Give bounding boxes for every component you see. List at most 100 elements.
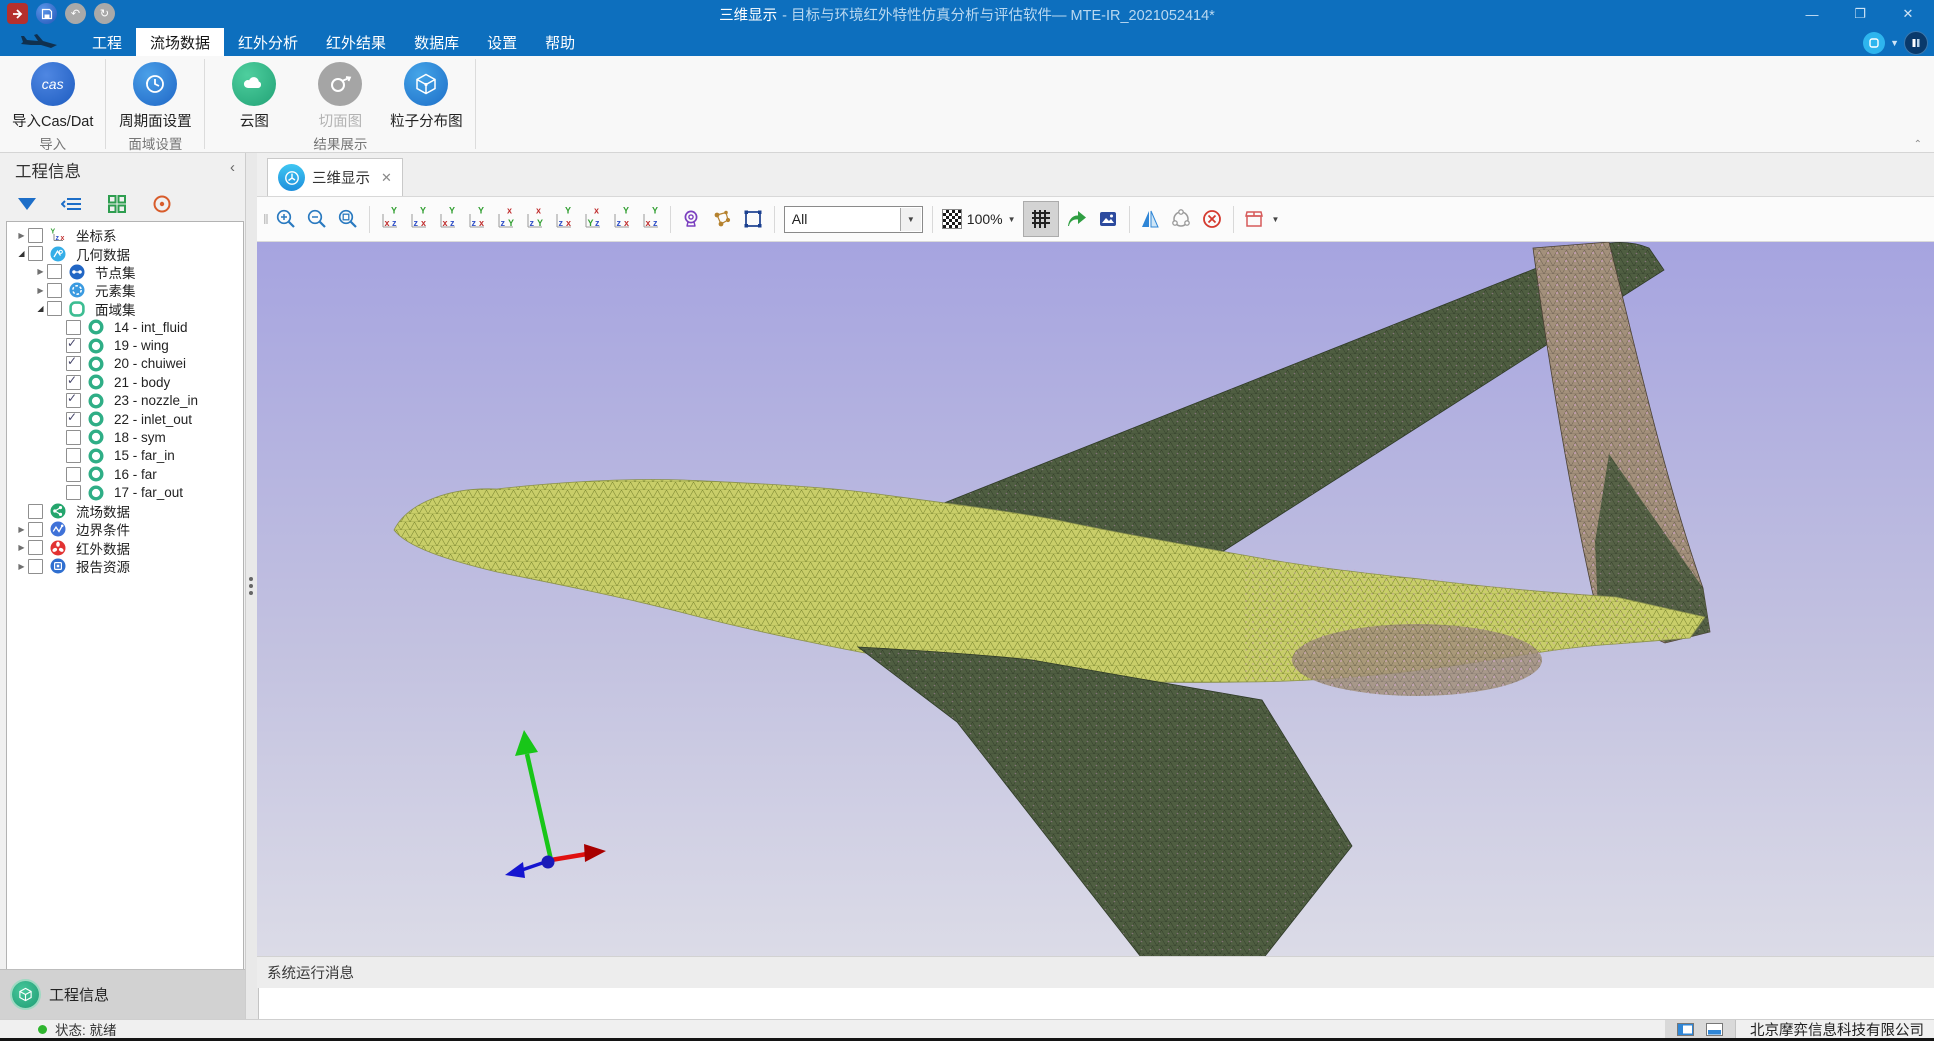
locate-target-icon[interactable] — [151, 194, 173, 214]
zoom-in-icon[interactable] — [271, 204, 302, 235]
tree-expander-icon[interactable]: ▶ — [15, 231, 28, 240]
tab-close-icon[interactable]: ✕ — [381, 170, 392, 186]
tree-checkbox[interactable] — [28, 246, 43, 261]
splitter-grip[interactable] — [249, 577, 253, 581]
tree-checkbox[interactable] — [28, 540, 43, 555]
smooth-icon[interactable] — [1166, 204, 1197, 235]
zoom-level-caret-icon[interactable]: ▼ — [1008, 215, 1016, 224]
tree-checkbox[interactable] — [66, 356, 81, 371]
tree-expander-icon[interactable]: ▶ — [34, 286, 47, 295]
tree-item-22-inlet_out[interactable]: 22 - inlet_out — [7, 410, 243, 428]
camera-icon[interactable] — [676, 204, 707, 235]
view-orientation-icon-3[interactable]: x z Y — [433, 204, 462, 234]
ribbon-button-particle-cube[interactable]: 粒子分布图 — [385, 62, 467, 131]
tree-checkbox[interactable] — [66, 375, 81, 390]
grid-toggle-button[interactable] — [1023, 201, 1059, 237]
tree-item-[interactable]: ▶红外数据 — [7, 539, 243, 557]
particle-trace-icon[interactable] — [707, 204, 738, 235]
menu-item-0[interactable]: 工程 — [78, 28, 136, 56]
tree-expander-icon[interactable]: ▶ — [15, 525, 28, 534]
tree-checkbox[interactable] — [28, 522, 43, 537]
close-button[interactable]: ✕ — [1884, 0, 1932, 28]
tree-checkbox[interactable] — [66, 320, 81, 335]
view-orientation-icon-6[interactable]: z Y x — [520, 204, 549, 234]
tree-checkbox[interactable] — [66, 430, 81, 445]
minimize-button[interactable]: — — [1788, 0, 1836, 28]
box-select-icon[interactable] — [738, 204, 769, 235]
style-panel-icon[interactable] — [1863, 32, 1885, 54]
view-orientation-icon-4[interactable]: z x Y — [462, 204, 491, 234]
tree-expander-icon[interactable]: ▶ — [15, 562, 28, 571]
ribbon-button-cas[interactable]: cas导入Cas/Dat — [8, 62, 97, 131]
tree-checkbox[interactable] — [66, 448, 81, 463]
panel-bottom-tab[interactable]: 工程信息 — [0, 969, 245, 1019]
tree-item-[interactable]: ▶报告资源 — [7, 557, 243, 575]
tree-item-18-sym[interactable]: 18 - sym — [7, 428, 243, 446]
tree-item-[interactable]: ◢面域集 — [7, 300, 243, 318]
combo-dropdown-icon[interactable]: ▼ — [900, 208, 921, 231]
section-box-icon[interactable] — [1239, 204, 1270, 235]
section-box-caret-icon[interactable]: ▼ — [1272, 215, 1280, 224]
tree-item-[interactable]: ▶Yzx坐标系 — [7, 226, 243, 244]
tree-item-[interactable]: ▶节点集 — [7, 263, 243, 281]
tree-expander-icon[interactable]: ◢ — [15, 249, 28, 258]
outline-list-icon[interactable] — [61, 194, 83, 214]
viewport-3d[interactable]: 系统运行消息 — [257, 242, 1934, 988]
menu-item-5[interactable]: 设置 — [473, 28, 531, 56]
panel-collapse-icon[interactable]: ‹ — [230, 159, 235, 176]
display-filter-select[interactable]: All ▼ — [784, 206, 923, 233]
menu-item-2[interactable]: 红外分析 — [224, 28, 312, 56]
tree-checkbox[interactable] — [66, 485, 81, 500]
tree-item-14-int_fluid[interactable]: 14 - int_fluid — [7, 318, 243, 336]
chevron-down-icon[interactable]: ▼ — [1890, 38, 1899, 48]
tree-item-23-nozzle_in[interactable]: 23 - nozzle_in — [7, 392, 243, 410]
tree-checkbox[interactable] — [28, 228, 43, 243]
layout-bottom-icon[interactable] — [1706, 1023, 1723, 1036]
toolbar-drag-handle[interactable]: ‖ — [263, 211, 267, 227]
tree-item-[interactable]: 流场数据 — [7, 502, 243, 520]
filter-icon[interactable] — [16, 194, 38, 214]
tree-expander-icon[interactable]: ▶ — [34, 267, 47, 276]
tree-item-16-far[interactable]: 16 - far — [7, 465, 243, 483]
view-orientation-icon-8[interactable]: Y z x — [578, 204, 607, 234]
ribbon-button-cloud[interactable]: 云图 — [213, 62, 295, 131]
tree-checkbox[interactable] — [66, 412, 81, 427]
menu-item-6[interactable]: 帮助 — [531, 28, 589, 56]
layout-panel-icon[interactable] — [1904, 31, 1928, 55]
zoom-out-icon[interactable] — [302, 204, 333, 235]
tree-item-[interactable]: ▶元素集 — [7, 281, 243, 299]
ribbon-button-slice[interactable]: 切面图 — [299, 62, 381, 131]
tree-checkbox[interactable] — [47, 264, 62, 279]
view-orientation-icon-7[interactable]: z x Y — [549, 204, 578, 234]
ribbon-collapse-icon[interactable]: ⌃ — [1914, 139, 1922, 150]
tree-item-21-body[interactable]: 21 - body — [7, 373, 243, 391]
tree-expander-icon[interactable]: ▶ — [15, 543, 28, 552]
view-orientation-icon-5[interactable]: z Y x — [491, 204, 520, 234]
tree-item-19-wing[interactable]: 19 - wing — [7, 336, 243, 354]
clear-icon[interactable] — [1197, 204, 1228, 235]
tree-item-[interactable]: ▶边界条件 — [7, 520, 243, 538]
menu-item-4[interactable]: 数据库 — [400, 28, 473, 56]
tree-checkbox[interactable] — [66, 467, 81, 482]
mirror-icon[interactable] — [1135, 204, 1166, 235]
tree-expander-icon[interactable]: ◢ — [34, 304, 47, 313]
layout-left-icon[interactable] — [1677, 1023, 1694, 1036]
view-orientation-icon-10[interactable]: x z Y — [636, 204, 665, 234]
tree-checkbox[interactable] — [66, 393, 81, 408]
tree-item-20-chuiwei[interactable]: 20 - chuiwei — [7, 355, 243, 373]
menu-item-1[interactable]: 流场数据 — [136, 28, 224, 56]
zoom-level-control[interactable]: 100% ▼ — [942, 209, 1016, 229]
tree-checkbox[interactable] — [28, 559, 43, 574]
tree-item-15-far_in[interactable]: 15 - far_in — [7, 447, 243, 465]
view-orientation-icon-2[interactable]: z x Y — [404, 204, 433, 234]
tree-checkbox[interactable] — [47, 283, 62, 298]
grid-view-icon[interactable] — [106, 194, 128, 214]
snapshot-icon[interactable] — [1093, 204, 1124, 235]
tree-checkbox[interactable] — [28, 504, 43, 519]
ribbon-button-clock[interactable]: 周期面设置 — [114, 62, 196, 131]
tree-item-17-far_out[interactable]: 17 - far_out — [7, 483, 243, 501]
menu-item-3[interactable]: 红外结果 — [312, 28, 400, 56]
maximize-button[interactable]: ❐ — [1836, 0, 1884, 28]
export-icon[interactable] — [1062, 204, 1093, 235]
tree-checkbox[interactable] — [66, 338, 81, 353]
